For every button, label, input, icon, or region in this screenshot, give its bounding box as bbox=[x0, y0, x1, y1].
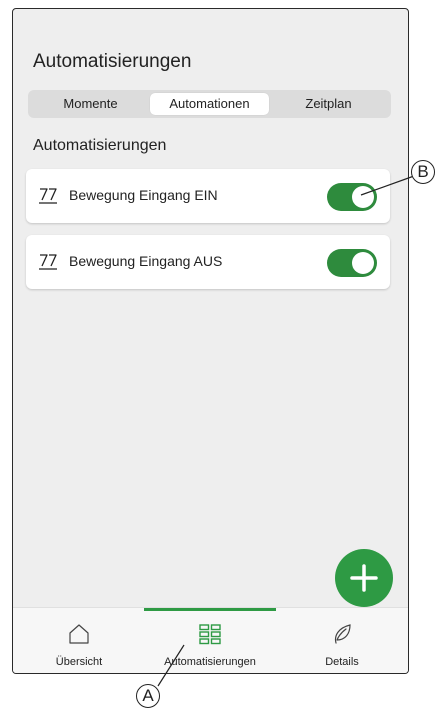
phone-frame: Automatisierungen Momente Automationen Z… bbox=[12, 8, 409, 674]
automation-card[interactable]: Bewegung Eingang AUS bbox=[26, 235, 390, 289]
automation-toggle[interactable] bbox=[327, 183, 377, 211]
nav-label: Details bbox=[325, 656, 359, 668]
leaf-icon bbox=[334, 624, 351, 644]
section-heading: Automatisierungen bbox=[33, 137, 167, 154]
nav-item-automations[interactable]: Automatisierungen bbox=[144, 608, 276, 673]
nav-label: Übersicht bbox=[55, 656, 103, 668]
tab-zeitplan[interactable]: Zeitplan bbox=[269, 93, 388, 115]
automation-card[interactable]: Bewegung Eingang EIN bbox=[26, 169, 390, 223]
callout-b: B bbox=[411, 160, 435, 184]
motion-sensor-icon bbox=[39, 254, 57, 270]
automation-toggle[interactable] bbox=[327, 249, 377, 277]
toggle-knob bbox=[352, 252, 374, 274]
home-icon bbox=[69, 624, 89, 644]
bottom-navigation: Übersicht Automatisierungen Details bbox=[13, 607, 408, 673]
callout-a: A bbox=[136, 684, 160, 708]
nav-label: Automatisierungen bbox=[164, 656, 256, 668]
tab-momente[interactable]: Momente bbox=[31, 93, 150, 115]
page-title: Automatisierungen bbox=[33, 51, 192, 72]
automation-label: Bewegung Eingang AUS bbox=[69, 253, 223, 269]
grid-icon bbox=[199, 624, 221, 645]
toggle-knob bbox=[352, 186, 374, 208]
tab-automationen[interactable]: Automationen bbox=[150, 93, 269, 115]
add-automation-button[interactable] bbox=[335, 549, 393, 607]
plus-icon bbox=[350, 564, 378, 592]
segmented-control: Momente Automationen Zeitplan bbox=[28, 90, 391, 118]
motion-sensor-icon bbox=[39, 188, 57, 204]
nav-item-overview[interactable]: Übersicht bbox=[13, 608, 145, 673]
nav-item-details[interactable]: Details bbox=[276, 608, 408, 673]
automation-label: Bewegung Eingang EIN bbox=[69, 187, 218, 203]
